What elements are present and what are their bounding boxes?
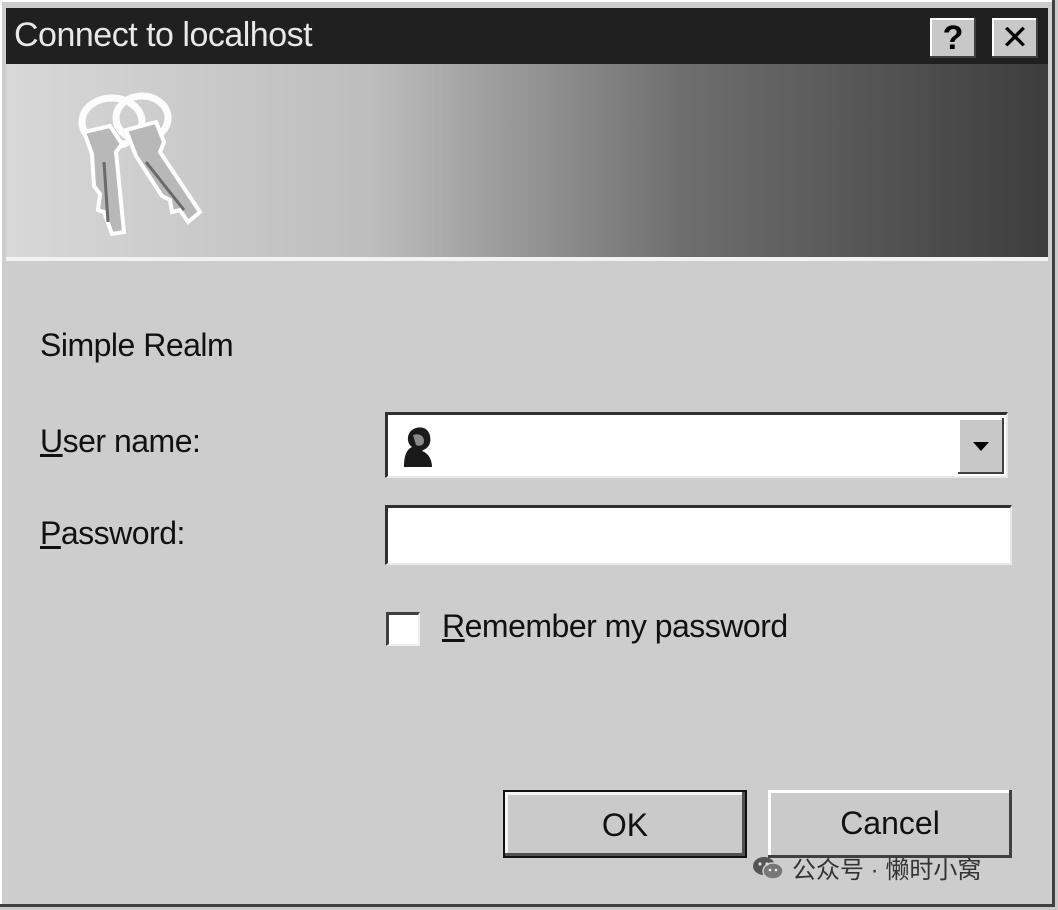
password-field[interactable] [385, 505, 1012, 565]
watermark-text: 公众号 · 懒时小窝 [792, 857, 982, 884]
user-name-label-text: ser name: [62, 423, 201, 459]
chevron-down-icon[interactable] [958, 418, 1004, 474]
user-name-combobox[interactable] [385, 412, 1008, 478]
user-name-mnemonic: U [40, 423, 63, 459]
password-mnemonic: P [40, 515, 61, 551]
keys-icon [78, 92, 203, 237]
realm-label: Simple Realm [40, 327, 234, 363]
connect-dialog: Connect to localhost ? ✕ Simple Realm Us… [0, 0, 1055, 907]
cancel-button[interactable]: Cancel [768, 790, 1012, 858]
banner-divider [6, 257, 1048, 261]
wechat-logo [753, 856, 784, 880]
remember-label-text: emember my password [464, 608, 789, 644]
remember-password-label[interactable]: Remember my password [442, 608, 788, 645]
window-title: Connect to localhost [14, 16, 313, 54]
close-button[interactable]: ✕ [992, 18, 1038, 58]
banner-image [6, 64, 1048, 257]
help-button[interactable]: ? [930, 18, 976, 58]
user-icon [404, 427, 432, 467]
user-name-label: User name: [40, 423, 201, 460]
watermark: 公众号 · 懒时小窝 [752, 850, 981, 885]
remember-password-checkbox[interactable] [386, 612, 420, 646]
password-label-text: assword: [60, 515, 186, 551]
remember-mnemonic: R [442, 608, 465, 644]
password-label: Password: [40, 515, 185, 552]
ok-button[interactable]: OK [503, 790, 747, 858]
title-bar[interactable]: Connect to localhost ? ✕ [6, 8, 1048, 64]
